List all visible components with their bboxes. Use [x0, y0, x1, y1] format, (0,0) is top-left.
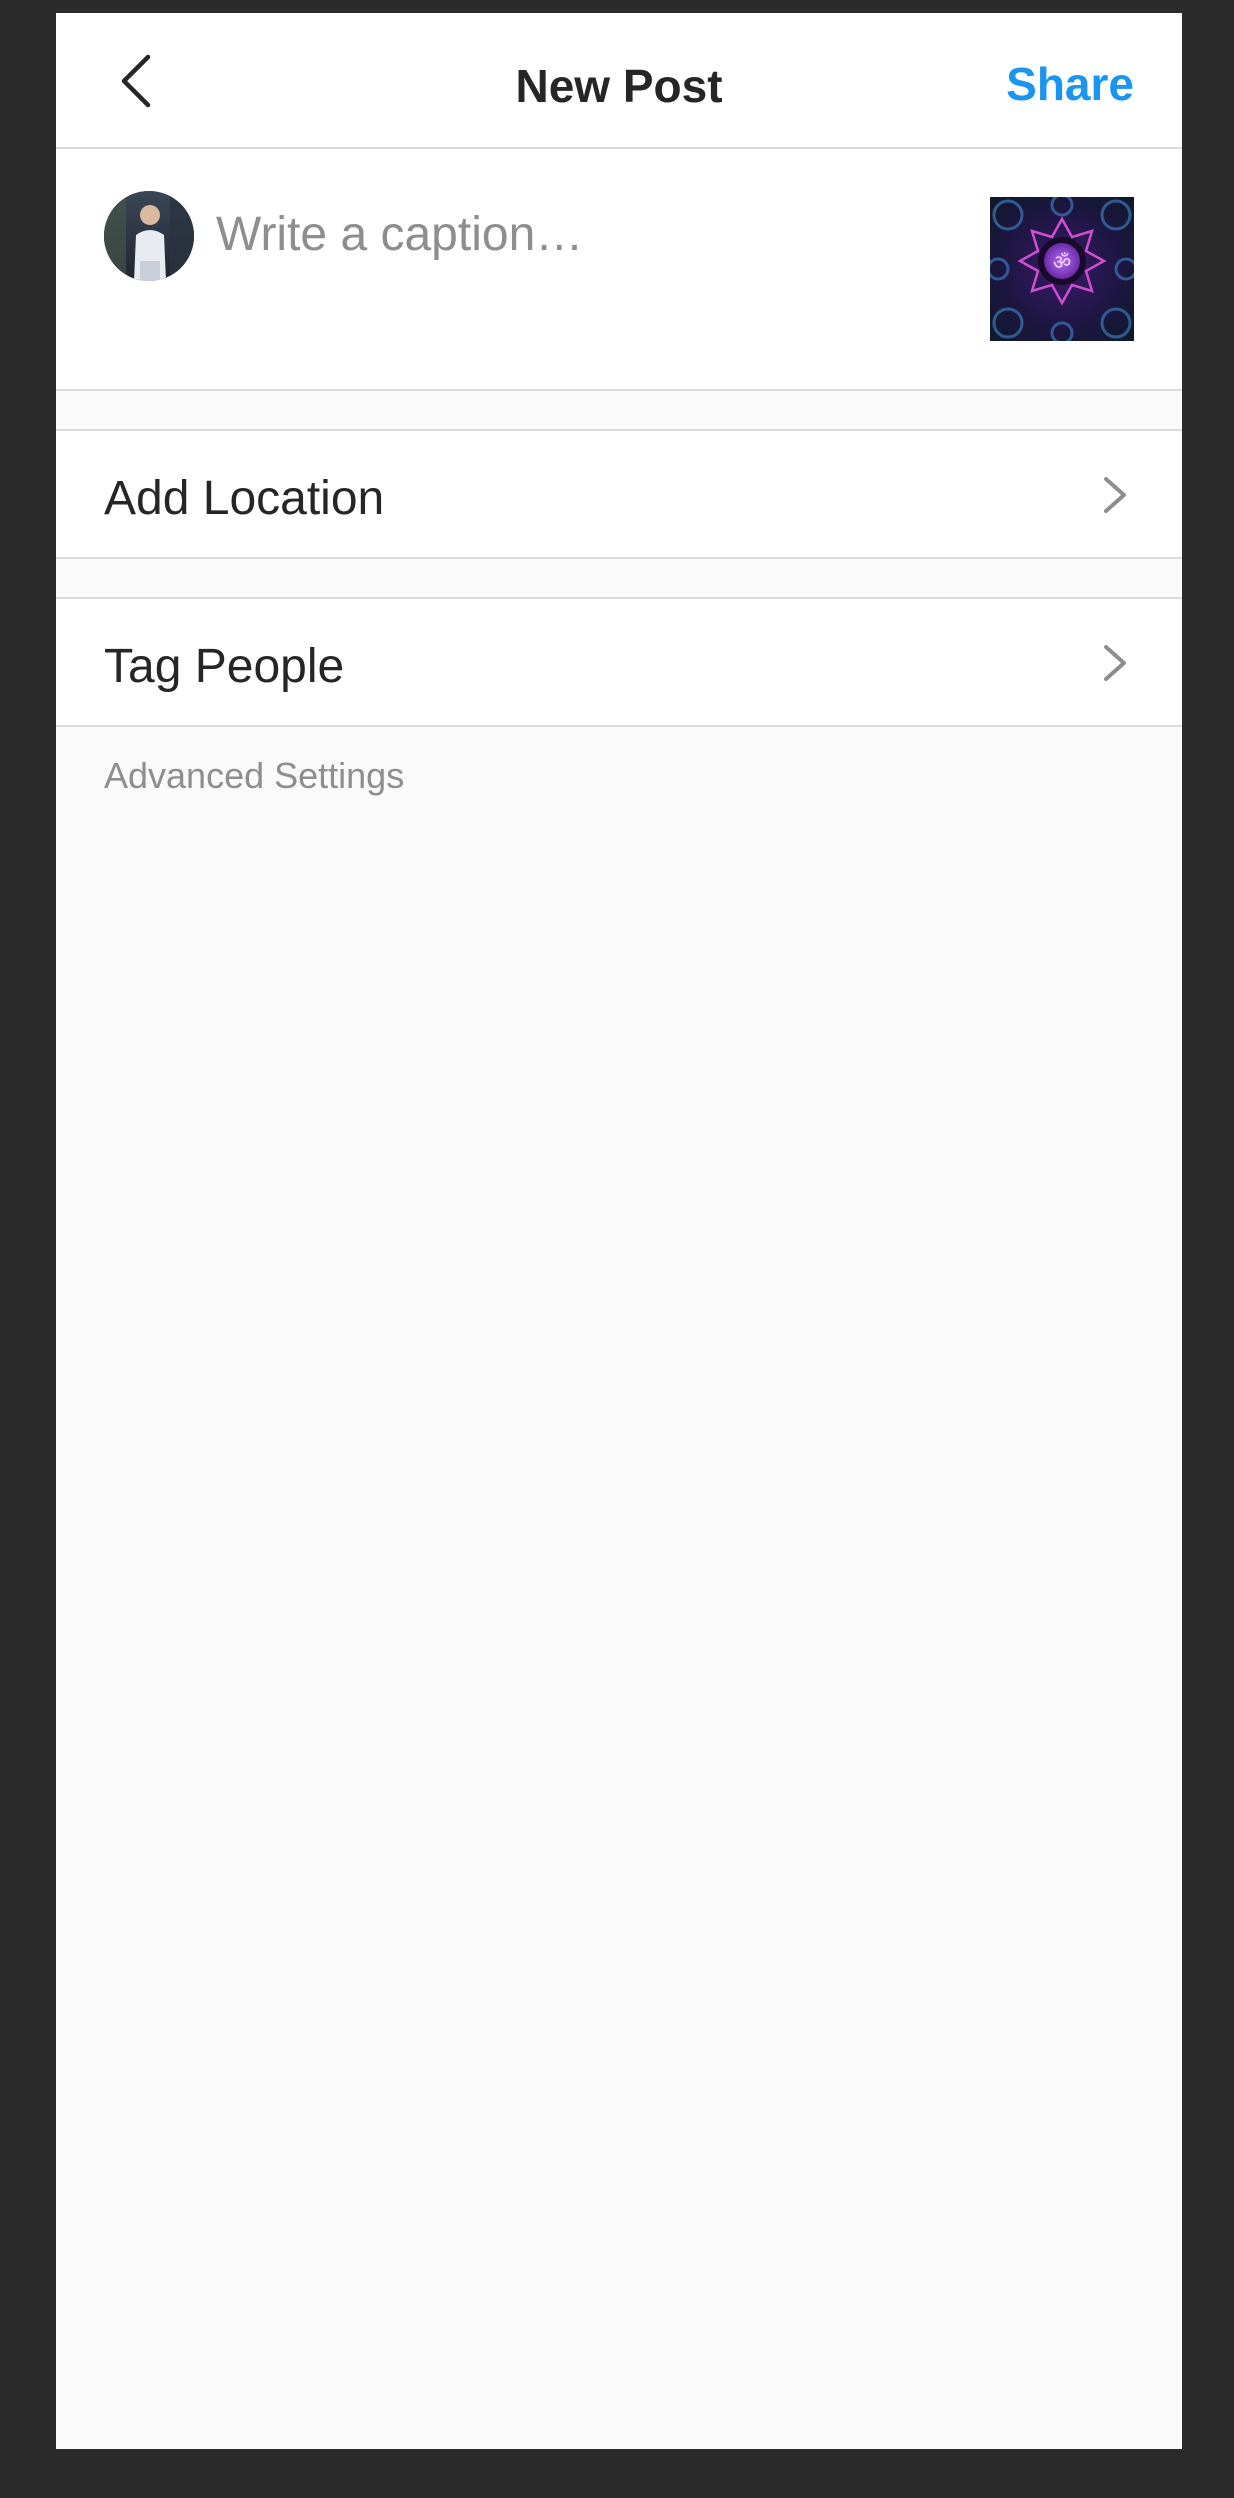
add-location-label: Add Location: [104, 472, 385, 525]
tag-people-label: Tag People: [104, 640, 345, 693]
back-button[interactable]: [108, 51, 168, 111]
tag-people-row[interactable]: Tag People: [56, 597, 1182, 727]
share-button[interactable]: Share: [1006, 57, 1134, 111]
caption-section: ॐ: [56, 149, 1182, 391]
add-location-row[interactable]: Add Location: [56, 429, 1182, 559]
post-image-thumbnail: ॐ: [990, 197, 1134, 341]
caption-input[interactable]: [216, 199, 816, 269]
new-post-screen: New Post Share Write a caption… ॐ Add Lo…: [56, 13, 1182, 2449]
chevron-left-icon: [121, 54, 151, 108]
header-bar: New Post Share: [56, 13, 1182, 149]
chevron-right-icon: [1104, 645, 1126, 681]
avatar: [104, 191, 194, 281]
chevron-right-icon: [1104, 477, 1126, 513]
svg-text:ॐ: ॐ: [1053, 250, 1071, 274]
advanced-settings-link[interactable]: Advanced Settings: [104, 755, 404, 797]
